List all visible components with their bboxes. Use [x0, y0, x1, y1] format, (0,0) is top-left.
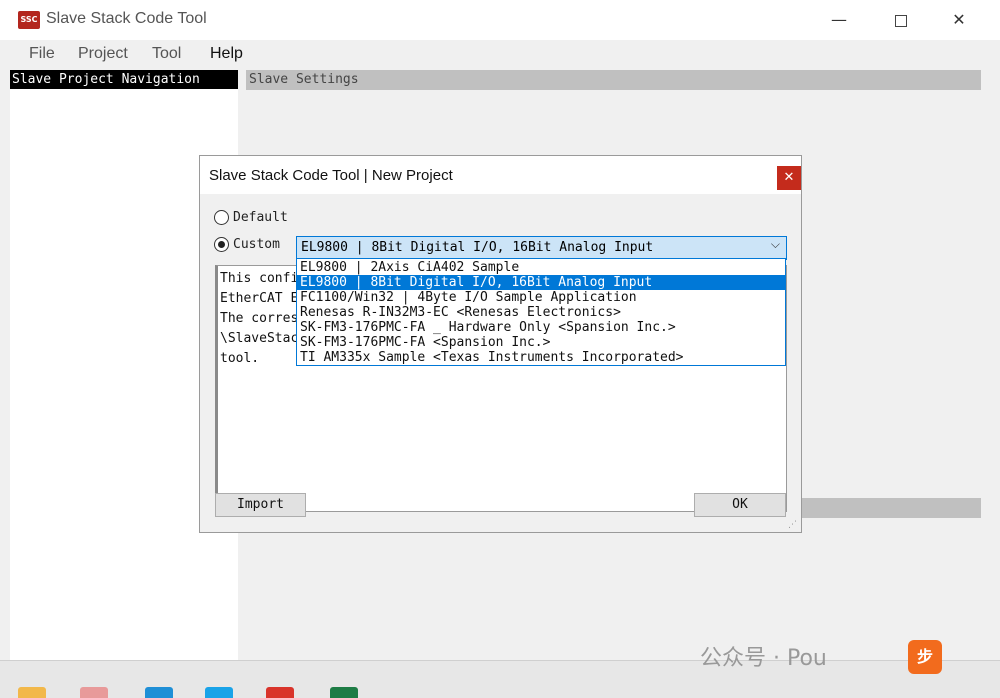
radio-unchecked-icon [214, 210, 229, 225]
resize-grip-icon[interactable]: ⋰ [788, 520, 798, 530]
radio-custom[interactable]: Custom [214, 237, 280, 255]
ok-button[interactable]: OK [694, 493, 786, 517]
description-line: The corresp [220, 311, 307, 326]
taskbar-app-icon[interactable] [145, 687, 173, 698]
maximize-icon [895, 14, 907, 27]
dropdown-option[interactable]: SK-FM3-176PMC-FA <Spansion Inc.> [297, 335, 785, 350]
radio-checked-icon [214, 237, 229, 252]
taskbar-app-icon[interactable] [80, 687, 108, 698]
description-line: EtherCAT Ev [220, 291, 307, 306]
dropdown-option[interactable]: TI AM335x Sample <Texas Instruments Inco… [297, 350, 785, 365]
menu-tool[interactable]: Tool [152, 45, 181, 63]
watermark-badge: 步 [908, 640, 942, 674]
maximize-button[interactable] [878, 6, 924, 34]
configuration-combobox[interactable]: EL9800 | 8Bit Digital I/O, 16Bit Analog … [296, 236, 787, 260]
dialog-titlebar: Slave Stack Code Tool | New Project ✕ [200, 156, 801, 194]
description-line: tool. [220, 351, 260, 366]
combobox-selected-value: EL9800 | 8Bit Digital I/O, 16Bit Analog … [301, 240, 654, 255]
dialog-close-button[interactable]: ✕ [777, 166, 801, 190]
navigation-header: Slave Project Navigation [10, 70, 238, 89]
dropdown-option[interactable]: EL9800 | 2Axis CiA402 Sample [297, 260, 785, 275]
window-titlebar: SSC Slave Stack Code Tool — ✕ [0, 0, 1000, 40]
import-button[interactable]: Import [215, 493, 306, 517]
radio-custom-label: Custom [233, 237, 280, 252]
taskbar-explorer-icon[interactable] [18, 687, 46, 698]
watermark-text: 公众号 · Pou [700, 646, 827, 671]
menu-bar: File Project Tool Help [0, 40, 1000, 68]
close-button[interactable]: ✕ [936, 6, 982, 34]
taskbar-excel-icon[interactable] [330, 687, 358, 698]
menu-help[interactable]: Help [210, 45, 243, 63]
minimize-button[interactable]: — [816, 6, 862, 34]
configuration-dropdown-list: EL9800 | 2Axis CiA402 Sample EL9800 | 8B… [296, 258, 786, 366]
taskbar-app-icon[interactable] [205, 687, 233, 698]
dialog-title: Slave Stack Code Tool | New Project [209, 167, 453, 184]
description-line: This confi [220, 271, 299, 286]
dropdown-option[interactable]: Renesas R-IN32M3-EC <Renesas Electronics… [297, 305, 785, 320]
ssc-app-icon: SSC [18, 11, 40, 29]
window-title: Slave Stack Code Tool [46, 10, 207, 27]
menu-file[interactable]: File [29, 45, 55, 63]
taskbar-app-icon[interactable] [266, 687, 294, 698]
dropdown-option[interactable]: SK-FM3-176PMC-FA _ Hardware Only <Spansi… [297, 320, 785, 335]
dropdown-option[interactable]: FC1100/Win32 | 4Byte I/O Sample Applicat… [297, 290, 785, 305]
dropdown-option-selected[interactable]: EL9800 | 8Bit Digital I/O, 16Bit Analog … [297, 275, 785, 290]
description-line: \SlaveStack [220, 331, 307, 346]
radio-default[interactable]: Default [214, 210, 288, 228]
taskbar [0, 660, 1000, 698]
chevron-down-icon[interactable]: ⌵ [771, 237, 780, 252]
settings-header: Slave Settings [246, 70, 981, 90]
menu-project[interactable]: Project [78, 45, 128, 63]
radio-default-label: Default [233, 210, 288, 225]
settings-bar [802, 498, 981, 518]
